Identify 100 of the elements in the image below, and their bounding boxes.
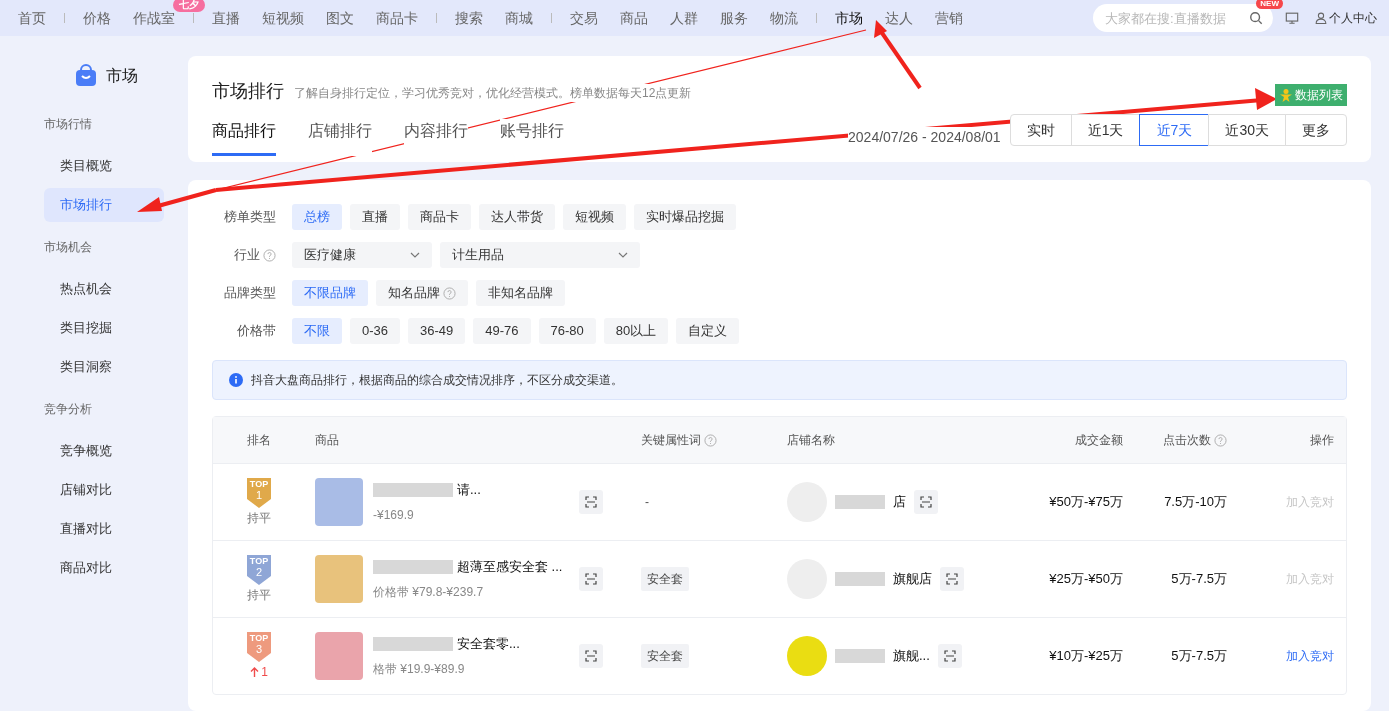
filter-chip[interactable]: 不限品牌 <box>292 280 368 306</box>
store-name: 旗舰... <box>893 647 930 666</box>
nav-link[interactable]: 搜索 <box>455 10 483 26</box>
nav-link[interactable]: 首页 <box>18 10 46 26</box>
page-title: 市场排行 <box>212 80 284 102</box>
filter-chip[interactable]: 直播 <box>350 204 400 230</box>
filter-chip[interactable]: 不限 <box>292 318 342 344</box>
sidebar-item[interactable]: 商品对比 <box>44 551 164 585</box>
period-button[interactable]: 近7天 <box>1139 114 1210 146</box>
filter-chip[interactable]: 76-80 <box>538 318 596 344</box>
up-arrow-icon <box>250 667 260 677</box>
filter-chip[interactable]: 自定义 <box>676 318 740 344</box>
nav-link[interactable]: 价格 <box>83 10 111 26</box>
filter-chip[interactable]: 知名品牌 <box>376 280 468 306</box>
nav-link[interactable]: 物流 <box>770 10 798 26</box>
nav-link[interactable]: 达人 <box>885 10 913 26</box>
rank-change: 持平 <box>247 587 271 604</box>
rank-number: 3 <box>255 643 263 655</box>
help-icon[interactable] <box>263 248 276 262</box>
product-photo-placeholder <box>315 632 363 680</box>
column-header: 排名 <box>247 432 271 449</box>
column-header: 成交金额 <box>1075 432 1123 449</box>
filter-chip[interactable]: 达人带货 <box>479 204 555 230</box>
dropdown[interactable]: 医疗健康 <box>292 242 432 268</box>
nav-link[interactable]: 短视频 <box>262 10 304 26</box>
sidebar-item[interactable]: 类目概览 <box>44 149 164 183</box>
section-heading: 市场机会 <box>43 239 93 256</box>
period-button[interactable]: 更多 <box>1285 114 1347 146</box>
scan-icon <box>585 496 597 508</box>
scan-button[interactable] <box>940 567 964 591</box>
monitor-icon[interactable] <box>1285 11 1299 25</box>
user-icon[interactable] <box>1315 12 1327 24</box>
click-count: 7.5万-10万 <box>1164 493 1227 512</box>
scan-button[interactable] <box>914 490 938 514</box>
sidebar-item[interactable]: 直播对比 <box>44 512 164 546</box>
help-icon[interactable] <box>704 433 717 447</box>
filter-chip[interactable]: 实时爆品挖掘 <box>634 204 736 230</box>
sidebar-item[interactable]: 类目挖掘 <box>44 311 164 345</box>
nav-link[interactable]: 交易 <box>570 10 598 26</box>
blur-redaction <box>835 572 885 586</box>
section-heading: 市场行情 <box>43 116 93 133</box>
nav-link[interactable]: 营销 <box>935 10 963 26</box>
product-photo-placeholder <box>315 478 363 526</box>
filter-chip[interactable]: 短视频 <box>563 204 626 230</box>
search-icon[interactable] <box>1249 11 1263 25</box>
nav-link[interactable]: 商品 <box>620 10 648 26</box>
keyword-tag: 安全套 <box>641 567 689 591</box>
nav-link[interactable]: 服务 <box>720 10 748 26</box>
column-header: 操作 <box>1310 432 1334 449</box>
user-center-link[interactable]: 个人中心 <box>1329 9 1377 27</box>
store-name: 店 <box>893 493 906 512</box>
sidebar-item[interactable]: 类目洞察 <box>44 350 164 384</box>
scan-button[interactable] <box>937 644 962 668</box>
filter-label: 行业 <box>234 246 260 265</box>
nav-link[interactable]: 人群 <box>670 10 698 26</box>
nav-link[interactable]: 直播 <box>212 10 240 26</box>
filter-chip[interactable]: 49-76 <box>473 318 531 344</box>
period-button[interactable]: 实时 <box>1009 114 1072 146</box>
sidebar-item[interactable]: 热点机会 <box>44 272 164 306</box>
nav-link[interactable]: 图文 <box>326 10 354 26</box>
nav-link[interactable]: 商品卡 <box>376 10 418 26</box>
blur-redaction <box>835 495 885 509</box>
filter-chip[interactable]: 非知名品牌 <box>476 280 565 306</box>
tab[interactable]: 店铺排行 <box>308 119 372 156</box>
rank-medal-icon <box>246 631 272 663</box>
scan-button[interactable] <box>579 644 603 668</box>
sidebar-item[interactable]: 竞争概览 <box>44 434 164 468</box>
period-button[interactable]: 近30天 <box>1208 114 1286 146</box>
sidebar-item[interactable]: 市场排行 <box>44 188 164 222</box>
person-icon <box>1279 88 1293 102</box>
nav-link[interactable]: 作战室 <box>133 10 175 26</box>
medal-label: TOP <box>249 633 269 643</box>
product-photo-placeholder <box>315 555 363 603</box>
filter-chip[interactable]: 36-49 <box>408 318 466 344</box>
nav-link[interactable]: 商城 <box>505 10 533 26</box>
scan-button[interactable] <box>579 567 603 591</box>
sidebar-item[interactable]: 店铺对比 <box>44 473 164 507</box>
filter-label: 价格带 <box>237 322 276 341</box>
period-button[interactable]: 近1天 <box>1070 114 1141 146</box>
filter-chip[interactable]: 0-36 <box>350 318 401 344</box>
help-icon[interactable] <box>443 286 456 300</box>
product-name: 安全套零... <box>457 635 520 654</box>
scan-button[interactable] <box>579 490 603 514</box>
add-competitor-link[interactable]: 加入竞对 <box>1286 647 1334 665</box>
rank-number: 1 <box>255 489 263 501</box>
tab[interactable]: 商品排行 <box>212 119 276 156</box>
scan-icon <box>585 573 597 585</box>
empty-value: - <box>644 494 649 511</box>
section-heading: 竞争分析 <box>43 401 93 418</box>
dropdown[interactable]: 计生用品 <box>440 242 640 268</box>
filter-chip[interactable]: 商品卡 <box>408 204 471 230</box>
filter-chip[interactable]: 总榜 <box>292 204 342 230</box>
nav-link[interactable]: 市场 <box>835 10 863 26</box>
keyword-tag: 安全套 <box>641 644 689 668</box>
help-icon[interactable] <box>1214 433 1227 447</box>
click-count: 5万-7.5万 <box>1171 570 1227 589</box>
column-header: 商品 <box>315 432 339 449</box>
column-header: 店铺名称 <box>787 432 835 449</box>
filter-chip[interactable]: 80以上 <box>603 318 669 344</box>
product-price: 格带 ¥19.9-¥89.9 <box>373 660 466 678</box>
